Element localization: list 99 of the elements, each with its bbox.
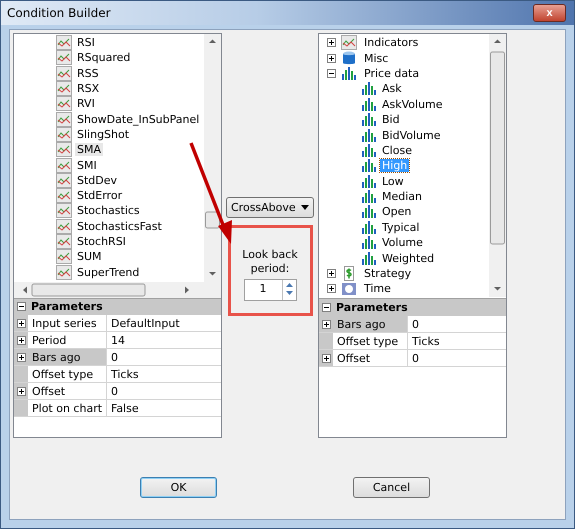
line-chart-icon (56, 35, 72, 50)
line-chart-icon (56, 96, 72, 112)
line-chart-icon (56, 172, 72, 188)
operator-dropdown[interactable]: CrossAbove (226, 197, 314, 218)
tree-item[interactable]: Ask (380, 82, 404, 96)
collapse-toggle[interactable] (17, 302, 26, 311)
list-item[interactable]: StochRSI (75, 235, 128, 248)
property-value[interactable]: False (107, 400, 221, 416)
expand-toggle[interactable] (16, 318, 26, 328)
tree-item[interactable]: AskVolume (380, 98, 445, 111)
line-chart-icon (56, 142, 72, 158)
bar-chart-icon (361, 81, 377, 96)
line-chart-icon (56, 126, 72, 142)
dollar-icon (341, 266, 357, 282)
bar-chart-icon (341, 66, 357, 81)
bar-chart-icon (361, 250, 377, 266)
tree-item[interactable]: Strategy (362, 267, 414, 280)
expand-toggle[interactable] (327, 54, 336, 63)
bar-chart-icon (361, 189, 377, 204)
list-item[interactable]: RVI (75, 97, 97, 110)
bar-chart-icon (361, 204, 377, 220)
property-name[interactable]: Bars ago (28, 349, 107, 365)
window-title: Condition Builder (7, 6, 111, 20)
line-chart-icon (56, 50, 72, 66)
expand-toggle[interactable] (322, 320, 330, 328)
list-item[interactable]: SuperTrend (75, 266, 142, 279)
tree-item[interactable]: Misc (362, 52, 390, 65)
tree-item[interactable]: Price data (362, 66, 422, 80)
tree-item[interactable]: Close (380, 144, 414, 157)
tree-item[interactable]: Indicators (362, 36, 420, 50)
bar-chart-icon (361, 220, 377, 235)
expand-toggle[interactable] (16, 336, 26, 344)
list-item[interactable]: ShowDate_InSubPanel (75, 112, 202, 126)
horizontal-scrollbar[interactable] (14, 282, 221, 299)
line-chart-icon (341, 35, 357, 50)
expand-toggle[interactable] (327, 269, 336, 278)
list-item[interactable]: RSS (75, 66, 101, 80)
line-chart-icon (56, 158, 72, 173)
list-item[interactable]: SMA (75, 143, 103, 156)
expand-toggle[interactable] (322, 354, 330, 362)
tree-item[interactable]: Low (380, 174, 406, 188)
line-chart-icon (56, 234, 72, 249)
list-item[interactable]: StochasticsFast (75, 220, 164, 233)
tree-item[interactable]: Median (380, 190, 424, 204)
line-chart-icon (56, 218, 72, 234)
list-item[interactable]: SlingShot (75, 128, 132, 141)
property-value[interactable]: Ticks (408, 333, 506, 349)
tree-item[interactable]: Weighted (380, 252, 436, 265)
list-item[interactable]: SMI (75, 158, 99, 172)
property-value[interactable]: 0 (107, 349, 221, 365)
bar-chart-icon (361, 128, 377, 143)
bar-chart-icon (361, 235, 377, 250)
tree-item[interactable]: Volume (380, 236, 425, 250)
line-chart-icon (56, 264, 72, 280)
list-item[interactable]: Stochastics (75, 204, 142, 218)
expand-toggle[interactable] (327, 68, 336, 78)
barrel-icon (341, 50, 357, 66)
property-value[interactable]: 14 (107, 332, 221, 348)
expand-toggle[interactable] (16, 386, 26, 396)
list-item[interactable]: RSX (75, 82, 102, 96)
property-value[interactable]: Ticks (107, 366, 221, 382)
property-value[interactable]: DefaultInput (107, 315, 221, 331)
bar-chart-icon (361, 174, 377, 189)
list-item[interactable]: SUM (75, 250, 104, 264)
bar-chart-icon (361, 96, 377, 112)
line-chart-icon (56, 112, 72, 127)
bar-chart-icon (361, 142, 377, 158)
tree-item[interactable]: Typical (380, 220, 422, 234)
bar-chart-icon (361, 112, 377, 128)
line-chart-icon (56, 188, 72, 204)
cancel-button[interactable]: Cancel (353, 477, 430, 498)
vertical-scrollbar[interactable] (489, 34, 506, 297)
expand-toggle[interactable] (327, 284, 336, 294)
section-title: Parameters (31, 300, 103, 313)
field-label: Look back period: (241, 248, 299, 276)
expand-toggle[interactable] (16, 352, 26, 362)
list-item[interactable]: RSI (75, 36, 97, 50)
expand-toggle[interactable] (327, 38, 336, 48)
section-title: Parameters (336, 301, 408, 314)
line-chart-icon (56, 66, 72, 81)
line-chart-icon (56, 249, 72, 264)
ok-button[interactable]: OK (140, 477, 217, 498)
period-spinner[interactable]: 1 (244, 279, 296, 301)
line-chart-icon (56, 203, 72, 218)
caret-icon (301, 205, 309, 210)
property-value[interactable]: 0 (107, 383, 221, 399)
list-item[interactable]: StdDev (75, 174, 120, 187)
collapse-toggle[interactable] (322, 303, 331, 312)
property-value[interactable]: 0 (408, 350, 506, 366)
list-item[interactable]: StdError (75, 189, 124, 202)
list-item[interactable]: RSquared (75, 51, 132, 64)
tree-item[interactable]: Time (362, 282, 393, 296)
tree-item[interactable]: Bid (380, 113, 402, 126)
tree-item[interactable]: BidVolume (380, 128, 442, 142)
property-value[interactable]: 0 (408, 316, 506, 332)
bar-chart-icon (361, 158, 377, 174)
property-name[interactable]: Bars ago (333, 316, 408, 332)
line-chart-icon (56, 81, 72, 96)
tree-item[interactable]: Open (380, 205, 414, 218)
